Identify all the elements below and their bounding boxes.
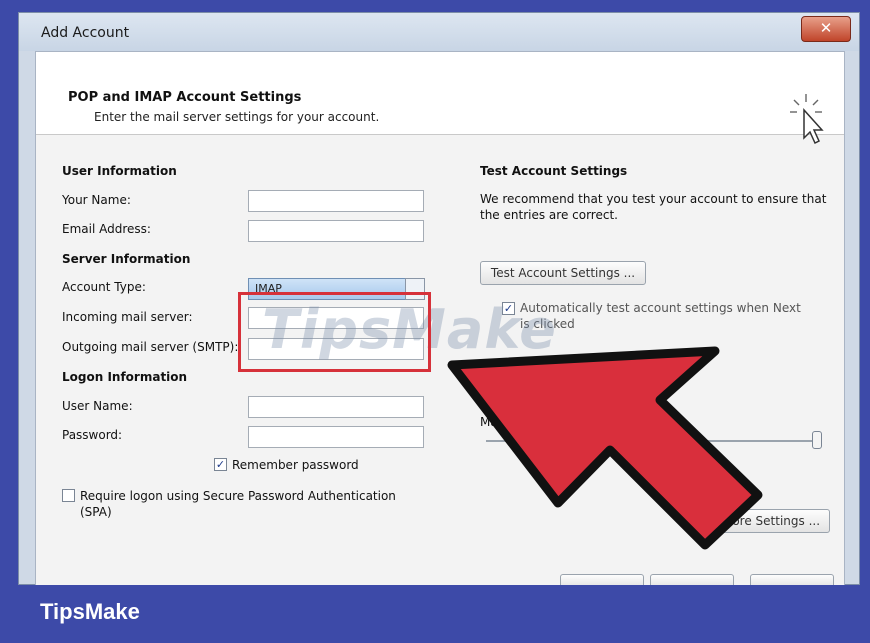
password-label: Password: <box>62 428 123 442</box>
brand-band: TipsMake <box>0 585 870 643</box>
dialog-header: POP and IMAP Account Settings Enter the … <box>36 52 844 145</box>
logon-info-heading: Logon Information <box>62 370 188 384</box>
password-input[interactable] <box>248 426 424 448</box>
email-input[interactable] <box>248 220 424 242</box>
page-subtitle: Enter the mail server settings for your … <box>94 110 380 124</box>
test-settings-description: We recommend that you test your account … <box>480 192 827 222</box>
server-info-heading: Server Information <box>62 252 191 266</box>
close-button[interactable]: ✕ <box>801 16 851 42</box>
outgoing-server-label: Outgoing mail server (SMTP): <box>62 340 239 354</box>
test-account-settings-button[interactable]: Test Account Settings ... <box>480 261 646 285</box>
user-info-heading: User Information <box>62 164 177 178</box>
auto-test-label: Automatically test account settings when… <box>520 301 801 331</box>
account-type-label: Account Type: <box>62 280 146 294</box>
red-arrow-icon <box>447 346 763 550</box>
title-bar: Add Account ✕ <box>19 13 859 51</box>
test-settings-heading: Test Account Settings <box>480 164 628 178</box>
your-name-label: Your Name: <box>62 193 131 207</box>
slider-thumb[interactable] <box>812 431 822 449</box>
spa-label: Require logon using Secure Password Auth… <box>80 489 396 519</box>
incoming-server-label: Incoming mail server: <box>62 310 193 324</box>
username-label: User Name: <box>62 399 133 413</box>
window-title: Add Account <box>41 25 130 41</box>
username-input[interactable] <box>248 396 424 418</box>
spa-checkbox[interactable] <box>62 489 75 502</box>
page-title: POP and IMAP Account Settings <box>68 90 302 105</box>
your-name-input[interactable] <box>248 190 424 212</box>
cursor-click-icon <box>790 94 824 145</box>
remember-password-label: Remember password <box>232 458 359 472</box>
brand-logo: TipsMake <box>40 599 140 624</box>
screenshot-frame: Add Account ✕ POP and IMAP Account Setti… <box>0 0 870 588</box>
remember-password-checkbox[interactable]: ✓ <box>214 458 227 471</box>
email-label: Email Address: <box>62 222 151 236</box>
highlight-box <box>238 292 431 372</box>
